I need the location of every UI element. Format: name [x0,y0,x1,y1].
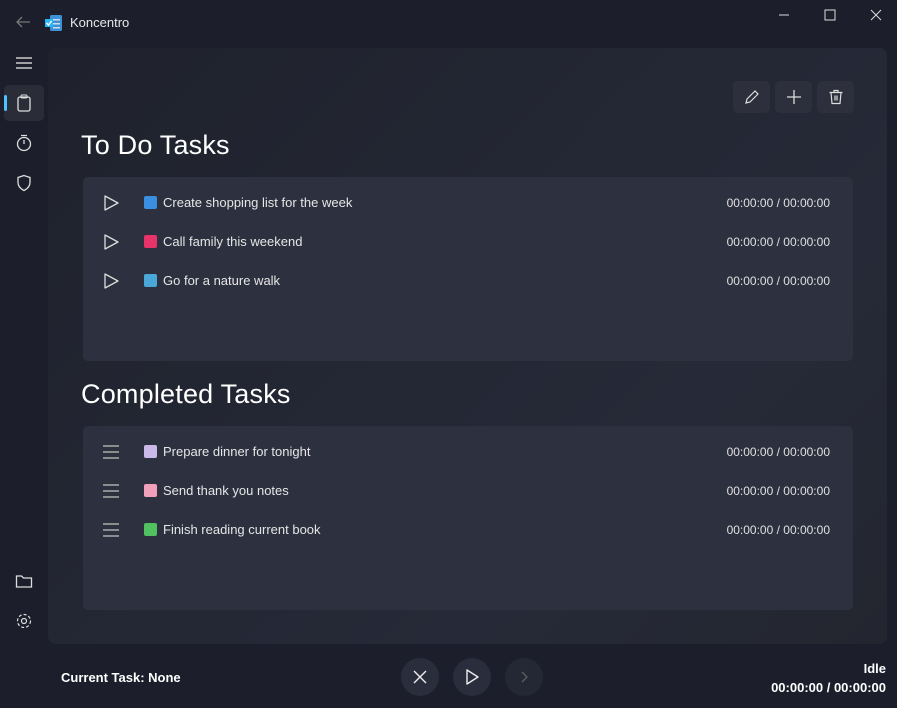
back-button[interactable] [14,13,32,31]
gear-icon [16,613,32,629]
timer-time: 00:00:00 / 00:00:00 [771,680,886,695]
task-row[interactable]: Go for a nature walk 00:00:00 / 00:00:00 [83,261,853,300]
timer-status: Idle [863,661,886,676]
skip-button[interactable] [505,658,543,696]
drag-handle-icon[interactable] [101,520,121,540]
edit-task-button[interactable] [733,81,770,113]
task-label: Finish reading current book [163,522,321,537]
task-emoji-icon [144,445,157,458]
sidebar-item-shield[interactable] [4,165,44,201]
close-window-button[interactable] [866,8,886,24]
completed-list: Prepare dinner for tonight 00:00:00 / 00:… [83,426,853,610]
plus-icon [786,90,801,104]
task-time: 00:00:00 / 00:00:00 [726,484,830,498]
task-label: Go for a nature walk [163,273,281,288]
active-indicator [4,95,7,111]
play-icon[interactable] [101,232,121,252]
current-task-label: Current Task: None [61,670,181,685]
task-emoji-icon [144,196,157,209]
play-icon [466,669,479,685]
task-label: Prepare dinner for tonight [163,444,311,459]
task-row[interactable]: Send thank you notes 00:00:00 / 00:00:00 [83,471,853,510]
task-row[interactable]: Finish reading current book 00:00:00 / 00… [83,510,853,549]
shield-icon [17,174,31,192]
play-icon[interactable] [101,271,121,291]
task-time: 00:00:00 / 00:00:00 [726,274,830,288]
pencil-icon [744,90,759,104]
maximize-button[interactable] [820,8,840,24]
play-icon[interactable] [101,193,121,213]
add-task-button[interactable] [775,81,812,113]
close-icon [870,9,882,21]
task-time: 00:00:00 / 00:00:00 [726,445,830,459]
chevron-right-icon [521,671,528,683]
sidebar-item-settings[interactable] [4,603,44,639]
task-row[interactable]: Create shopping list for the week 00:00:0… [83,183,853,222]
clipboard-icon [17,94,31,112]
task-time: 00:00:00 / 00:00:00 [726,235,830,249]
task-label: Create shopping list for the week [163,195,353,210]
task-label: Call family this weekend [163,234,303,249]
task-emoji-icon [144,235,157,248]
completed-heading: Completed Tasks [81,379,291,409]
stop-button[interactable] [401,658,439,696]
minimize-icon [779,14,789,16]
app-logo-icon [45,14,63,32]
task-label: Send thank you notes [163,483,289,498]
close-icon [413,670,427,684]
sidebar-item-folder[interactable] [4,563,44,599]
sidebar-item-timer[interactable] [4,125,44,161]
menu-toggle-button[interactable] [4,45,44,81]
folder-icon [15,575,33,588]
minimize-button[interactable] [774,8,794,24]
task-emoji-icon [144,274,157,287]
task-time: 00:00:00 / 00:00:00 [726,196,830,210]
back-arrow-icon [16,16,30,28]
maximize-icon [824,9,836,21]
delete-task-button[interactable] [817,81,854,113]
task-row[interactable]: Prepare dinner for tonight 00:00:00 / 00:… [83,432,853,471]
todo-list: Create shopping list for the week 00:00:0… [83,177,853,361]
sidebar-item-tasks[interactable] [4,85,44,121]
drag-handle-icon[interactable] [101,442,121,462]
task-emoji-icon [144,523,157,536]
drag-handle-icon[interactable] [101,481,121,501]
play-button[interactable] [453,658,491,696]
trash-icon [829,89,842,105]
task-emoji-icon [144,484,157,497]
task-time: 00:00:00 / 00:00:00 [726,523,830,537]
task-row[interactable]: Call family this weekend 00:00:00 / 00:00… [83,222,853,261]
stopwatch-icon [16,134,32,152]
hamburger-icon [16,57,32,69]
todo-heading: To Do Tasks [81,130,230,160]
app-title: Koncentro [70,15,130,30]
